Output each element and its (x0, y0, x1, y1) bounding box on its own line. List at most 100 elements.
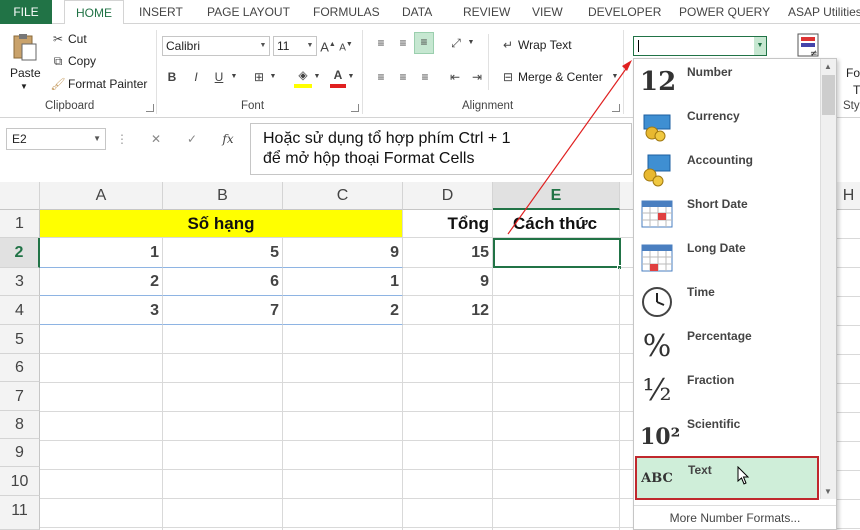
tab-developer[interactable]: DEVELOPER (588, 0, 661, 24)
wrap-text-button[interactable]: Wrap Text (518, 38, 572, 52)
cell-d3[interactable]: 9 (403, 268, 493, 296)
font-color-icon[interactable]: A (330, 66, 346, 88)
format-item-short-date[interactable]: Short Date (634, 191, 820, 235)
dropdown-scrollbar[interactable]: ▲ ▼ (820, 59, 836, 499)
paste-button[interactable]: Paste (10, 66, 41, 80)
cell-d1[interactable]: Tổng (403, 210, 493, 238)
increase-indent-icon[interactable]: ⇥ (468, 68, 486, 86)
row-header-2[interactable]: 2 (0, 238, 40, 268)
format-item-fraction[interactable]: ½ Fraction (634, 367, 820, 411)
middle-align-icon[interactable]: ≡ (394, 34, 412, 52)
format-item-time[interactable]: Time (634, 279, 820, 323)
cut-icon[interactable]: ✂ (50, 30, 66, 48)
borders-icon[interactable]: ⊞ (250, 68, 268, 86)
align-left-icon[interactable]: ≡ (372, 68, 390, 86)
orientation-dropdown-icon[interactable]: ▼ (466, 34, 476, 52)
cell-e3[interactable] (493, 268, 620, 296)
row-header-11[interactable]: 11 (0, 496, 40, 530)
format-item-number[interactable]: 12 Number (634, 59, 820, 103)
cell-b3[interactable]: 6 (163, 268, 283, 296)
format-painter-icon[interactable]: 🖌 (50, 75, 66, 93)
font-size-combo[interactable]: 11 ▼ (273, 36, 317, 56)
tab-power-query[interactable]: POWER QUERY (679, 0, 770, 24)
decrease-indent-icon[interactable]: ⇤ (446, 68, 464, 86)
more-number-formats-link[interactable]: More Number Formats... (634, 505, 836, 529)
tab-page-layout[interactable]: PAGE LAYOUT (207, 0, 290, 24)
chevron-down-icon[interactable]: ▼ (754, 37, 766, 55)
scroll-thumb[interactable] (822, 75, 835, 115)
empty-cells-area[interactable] (40, 325, 640, 530)
paste-dropdown-icon[interactable]: ▼ (20, 82, 28, 91)
enter-icon[interactable]: ✓ (182, 130, 202, 148)
format-painter-button[interactable]: Format Painter (68, 77, 147, 91)
col-header-h[interactable]: H (837, 182, 860, 210)
cell-b4[interactable]: 7 (163, 296, 283, 325)
cell-d4[interactable]: 12 (403, 296, 493, 325)
col-header-a[interactable]: A (40, 182, 163, 210)
row-header-6[interactable]: 6 (0, 354, 40, 382)
underline-icon[interactable]: U (211, 68, 227, 86)
tab-view[interactable]: VIEW (532, 0, 563, 24)
cell-e4[interactable] (493, 296, 620, 325)
format-item-long-date[interactable]: Long Date (634, 235, 820, 279)
bold-icon[interactable]: B (164, 68, 180, 86)
tab-review[interactable]: REVIEW (463, 0, 510, 24)
font-color-dropdown-icon[interactable]: ▼ (346, 68, 356, 86)
tab-asap-utilities[interactable]: ASAP Utilities (788, 0, 860, 24)
row-header-4[interactable]: 4 (0, 296, 40, 325)
align-center-icon[interactable]: ≡ (394, 68, 412, 86)
cancel-icon[interactable]: ✕ (146, 130, 166, 148)
select-all-corner[interactable] (0, 182, 40, 210)
insert-function-icon[interactable]: fx (218, 130, 238, 148)
bottom-align-icon[interactable]: ≡ (414, 32, 434, 54)
font-name-combo[interactable]: Calibri ▼ (162, 36, 270, 56)
cell-a2[interactable]: 1 (40, 238, 163, 268)
column-h-cells[interactable] (837, 210, 860, 530)
row-header-10[interactable]: 10 (0, 467, 40, 496)
top-align-icon[interactable]: ≡ (372, 34, 390, 52)
conditional-format-icon[interactable]: ≠ (796, 32, 822, 59)
row-header-3[interactable]: 3 (0, 268, 40, 296)
underline-dropdown-icon[interactable]: ▼ (229, 68, 239, 86)
tab-home[interactable]: HOME (64, 0, 124, 25)
cell-c3[interactable]: 1 (283, 268, 403, 296)
copy-icon[interactable]: ⧉ (50, 52, 66, 70)
shrink-font-icon[interactable]: A▼ (338, 36, 354, 57)
scroll-up-icon[interactable]: ▲ (824, 62, 832, 71)
paste-icon[interactable] (10, 32, 38, 62)
cell-e2-selected[interactable] (493, 238, 621, 268)
orientation-icon[interactable]: ⤢ (446, 34, 466, 52)
merged-header-cell[interactable]: Số hạng (40, 210, 403, 238)
cell-a4[interactable]: 3 (40, 296, 163, 325)
format-item-percentage[interactable]: % Percentage (634, 323, 820, 367)
borders-dropdown-icon[interactable]: ▼ (268, 68, 278, 86)
row-header-7[interactable]: 7 (0, 382, 40, 411)
tab-file[interactable]: FILE (0, 0, 52, 24)
fill-color-icon[interactable]: ◈ (294, 66, 312, 88)
font-launcher-icon[interactable] (351, 104, 359, 112)
fill-color-dropdown-icon[interactable]: ▼ (312, 68, 322, 86)
tab-formulas[interactable]: FORMULAS (313, 0, 380, 24)
italic-icon[interactable]: I (188, 68, 204, 86)
format-item-accounting[interactable]: Accounting (634, 147, 820, 191)
cell-d2[interactable]: 15 (403, 238, 493, 268)
number-format-combo[interactable]: ▼ (633, 36, 767, 56)
copy-button[interactable]: Copy (68, 54, 96, 68)
align-right-icon[interactable]: ≡ (416, 68, 434, 86)
cell-c4[interactable]: 2 (283, 296, 403, 325)
row-header-1[interactable]: 1 (0, 210, 40, 238)
row-header-8[interactable]: 8 (0, 411, 40, 439)
cell-b2[interactable]: 5 (163, 238, 283, 268)
cut-button[interactable]: Cut (68, 32, 87, 46)
tab-insert[interactable]: INSERT (139, 0, 183, 24)
tab-data[interactable]: DATA (402, 0, 432, 24)
grow-font-icon[interactable]: A▲ (320, 36, 336, 56)
name-box[interactable]: E2 ▼ (6, 128, 106, 150)
clipboard-launcher-icon[interactable] (146, 104, 154, 112)
col-header-c[interactable]: C (283, 182, 403, 210)
cell-a3[interactable]: 2 (40, 268, 163, 296)
col-header-b[interactable]: B (163, 182, 283, 210)
cell-c2[interactable]: 9 (283, 238, 403, 268)
format-item-currency[interactable]: Currency (634, 103, 820, 147)
format-item-scientific[interactable]: 10² Scientific (634, 411, 820, 455)
